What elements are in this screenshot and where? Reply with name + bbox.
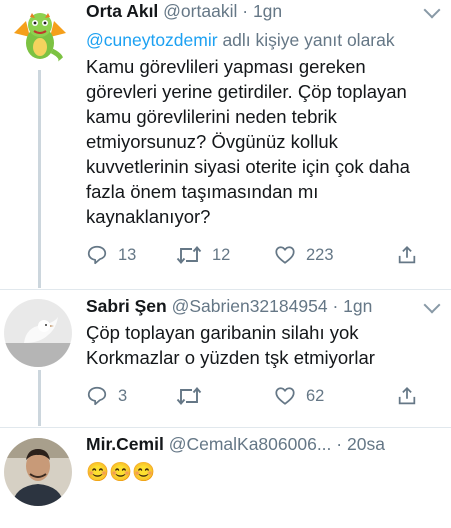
avatar-man[interactable] [4,438,72,506]
tweet-line: etmiyorsunuz? Övgünüz kolluk [86,131,338,152]
tweet-header: Mir.Cemil @CemalKa806006... · 20sa [86,433,385,455]
tweet-actions: 13 12 223 [86,244,436,268]
avatar-dragon[interactable] [8,3,72,67]
tweet-1[interactable]: Orta Akıl @ortaakil · 1gn @cuneytozdemir… [0,0,451,288]
tweet-3[interactable]: Mir.Cemil @CemalKa806006... · 20sa 😊😊😊 [0,428,451,528]
thread-line [38,370,41,426]
like-icon [275,387,295,405]
dragon-avatar-image [8,3,72,67]
avatar-bird[interactable] [4,299,72,367]
tweet-line: görevleri yerine getirdiler. Çöp toplaya… [86,81,407,102]
share-icon [398,386,416,405]
chevron-down-icon[interactable] [423,1,441,19]
tweet-line: kuvvetlerinin siyasi oterite için çok da… [86,156,410,177]
timestamp[interactable]: 1gn [343,296,372,316]
retweet-icon [176,246,202,264]
bird-avatar-image [4,299,72,367]
tweet-text: Kamu görevlileri yapması gereken görevle… [86,54,410,229]
timestamp[interactable]: 1gn [253,1,282,21]
display-name[interactable]: Sabri Şen [86,296,167,316]
tweet-2[interactable]: Sabri Şen @Sabrien32184954 · 1gn Çöp top… [0,290,451,426]
replying-to: @cuneytozdemir adlı kişiye yanıt olarak [86,29,395,51]
reply-count: 3 [118,386,128,405]
man-avatar-image [4,438,72,506]
separator-dot: · [336,434,343,454]
thread-line [38,70,41,288]
tweet-text: Çöp toplayan garibanin silahı yok Korkma… [86,320,375,370]
like-icon [275,246,295,264]
tweet-line: 😊😊😊 [86,461,156,482]
reply-icon [87,245,107,265]
retweet-icon [176,387,202,405]
tweet-line: Çöp toplayan garibanin silahı yok [86,322,359,343]
reply-icon [87,386,107,406]
tweet-line: Kamu görevlileri yapması gereken [86,56,366,77]
mention-link[interactable]: @cuneytozdemir [86,30,218,50]
tweet-actions: 3 62 [86,385,436,409]
replying-text: adlı kişiye yanıt olarak [222,30,395,50]
display-name[interactable]: Mir.Cemil [86,434,164,454]
reply-count: 13 [118,245,137,264]
share-button[interactable] [396,385,418,407]
like-count: 62 [306,386,325,405]
user-handle[interactable]: @Sabrien32184954 [172,296,328,316]
like-count: 223 [306,245,334,264]
reply-button[interactable]: 13 [86,244,136,266]
tweet-text: 😊😊😊 [86,459,155,484]
tweet-line: kamu görevlilerini neden tebrik [86,106,337,127]
tweet-line: fazla önem taşımasından mı [86,181,319,202]
like-button[interactable]: 62 [274,385,324,407]
separator-dot: · [242,1,249,21]
retweet-button[interactable] [176,385,212,407]
share-icon [398,245,416,264]
tweet-header: Sabri Şen @Sabrien32184954 · 1gn [86,295,372,317]
like-button[interactable]: 223 [274,244,334,266]
retweet-button[interactable]: 12 [176,244,230,266]
user-handle[interactable]: @ortaakil [163,1,237,21]
user-handle[interactable]: @CemalKa806006... [169,434,332,454]
share-button[interactable] [396,244,418,266]
separator-dot: · [332,296,339,316]
timestamp[interactable]: 20sa [347,434,385,454]
chevron-down-icon[interactable] [423,296,441,314]
retweet-count: 12 [212,245,231,264]
tweet-line: Korkmazlar o yüzden tşk etmiyorlar [86,347,375,368]
reply-button[interactable]: 3 [86,385,127,407]
tweet-header: Orta Akıl @ortaakil · 1gn [86,0,282,22]
display-name[interactable]: Orta Akıl [86,1,158,21]
tweet-line: kaynaklanıyor? [86,206,211,227]
